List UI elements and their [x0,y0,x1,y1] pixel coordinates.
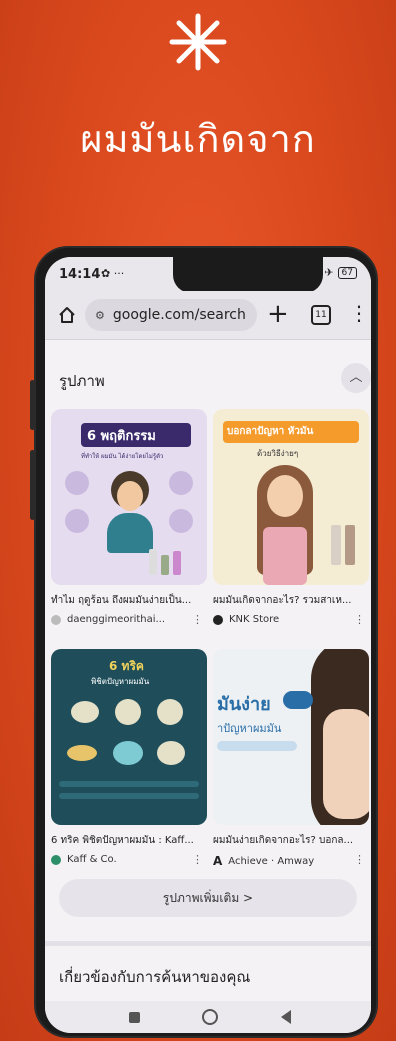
thumb-title: 6 พฤติกรรม [87,429,156,444]
headline: ผมมันเกิดจาก [80,117,316,161]
image-thumbnail[interactable]: 6 พฤติกรรม ที่ทำให้ ผมมัน ได้ง่ายโดยไม่ร… [51,409,207,585]
tune-icon[interactable]: ⚙ [95,309,105,322]
status-time: 14:14 [59,267,101,282]
tabs-icon[interactable]: 11 [311,305,331,325]
section-separator [45,941,371,946]
related-searches-title: เกี่ยวข้องกับการค้นหาของคุณ [59,968,251,986]
thumb-subtitle: ที่ทำให้ ผมมัน ได้ง่ายโดยไม่รู้ตัว [81,453,164,460]
more-images-button[interactable]: รูปภาพเพิ่มเติม > [59,879,357,917]
source-name: Kaff & Co. [67,854,117,865]
more-vert-icon[interactable]: ⋮ [354,853,365,866]
image-thumbnail[interactable]: มันง่าย าปัญหาผมมัน [213,649,369,825]
url-text: google.com/search [112,307,246,323]
image-card[interactable]: 6 พฤติกรรม ที่ทำให้ ผมมัน ได้ง่ายโดยไม่ร… [51,409,207,626]
home-nav-icon[interactable] [202,1009,218,1025]
image-card[interactable]: 6 ทริค พิชิตปัญหาผมมัน 6 ทริค พิชิตปัญหา… [51,649,207,866]
thumb-subtitle: ด้วยวิธีง่ายๆ [257,449,299,458]
images-section-title: รูปภาพ [59,372,105,390]
image-source: daenggimeorithai... ⋮ [51,613,207,626]
image-caption: ทำไม ฤดูร้อน ถึงผมมันง่ายเป็น... [51,595,192,606]
camera-notch [173,257,323,293]
source-name: daenggimeorithai... [67,614,166,625]
thumb-title: บอกลาปัญหา หัวมัน [227,426,314,437]
source-icon [51,854,61,865]
phone-frame: 14:14 ✿ ··· ▮▮▮ ✈ 67 ⚙ google.com/search… [34,246,378,1038]
more-vert-icon[interactable]: ⋮ [192,613,203,626]
more-vert-icon[interactable]: ⋮ [354,613,365,626]
browser-toolbar: ⚙ google.com/search + 11 ⋮ [45,291,371,339]
more-vert-icon[interactable]: ⋮ [192,853,203,866]
recents-icon[interactable] [129,1012,140,1023]
image-source: KNK Store ⋮ [213,613,369,626]
thumb-title: 6 ทริค [109,659,144,673]
image-caption: 6 ทริค พิชิตปัญหาผมมัน : Kaff... [51,835,194,846]
thumb-title: มันง่าย [217,694,271,715]
home-icon[interactable] [57,305,77,325]
menu-icon[interactable]: ⋮ [349,303,369,323]
asterisk-icon [169,13,227,71]
status-notification-icons: ✿ ··· [101,267,125,280]
plus-icon[interactable]: + [267,301,289,327]
toolbar-divider [45,339,371,340]
image-thumbnail[interactable]: 6 ทริค พิชิตปัญหาผมมัน [51,649,207,825]
image-caption: ผมมันง่ายเกิดจากอะไร? บอกล... [213,835,354,846]
back-icon[interactable] [281,1010,291,1024]
source-name: Achieve · Amway [228,855,315,867]
image-card[interactable]: บอกลาปัญหา หัวมัน ด้วยวิธีง่ายๆ ผมมันเกิ… [213,409,369,626]
battery-icon: 67 [337,266,357,279]
chevron-up-icon[interactable]: ︿ [341,363,371,393]
address-bar[interactable]: ⚙ google.com/search [85,299,257,331]
phone-screen: 14:14 ✿ ··· ▮▮▮ ✈ 67 ⚙ google.com/search… [45,257,371,1033]
source-icon [213,614,223,625]
source-icon [51,614,61,625]
image-source: A Achieve · Amway ⋮ [213,853,369,868]
thumb-subtitle: พิชิตปัญหาผมมัน [91,677,150,686]
system-nav-bar [45,1001,371,1033]
source-name: KNK Store [229,614,280,625]
image-card[interactable]: มันง่าย าปัญหาผมมัน ผมมันง่ายเกิดจากอะไร… [213,649,369,868]
thumb-subtitle: าปัญหาผมมัน [217,722,282,735]
source-icon: A [213,854,223,868]
image-caption: ผมมันเกิดจากอะไร? รวมสาเห... [213,595,352,606]
image-thumbnail[interactable]: บอกลาปัญหา หัวมัน ด้วยวิธีง่ายๆ [213,409,369,585]
image-source: Kaff & Co. ⋮ [51,853,207,866]
